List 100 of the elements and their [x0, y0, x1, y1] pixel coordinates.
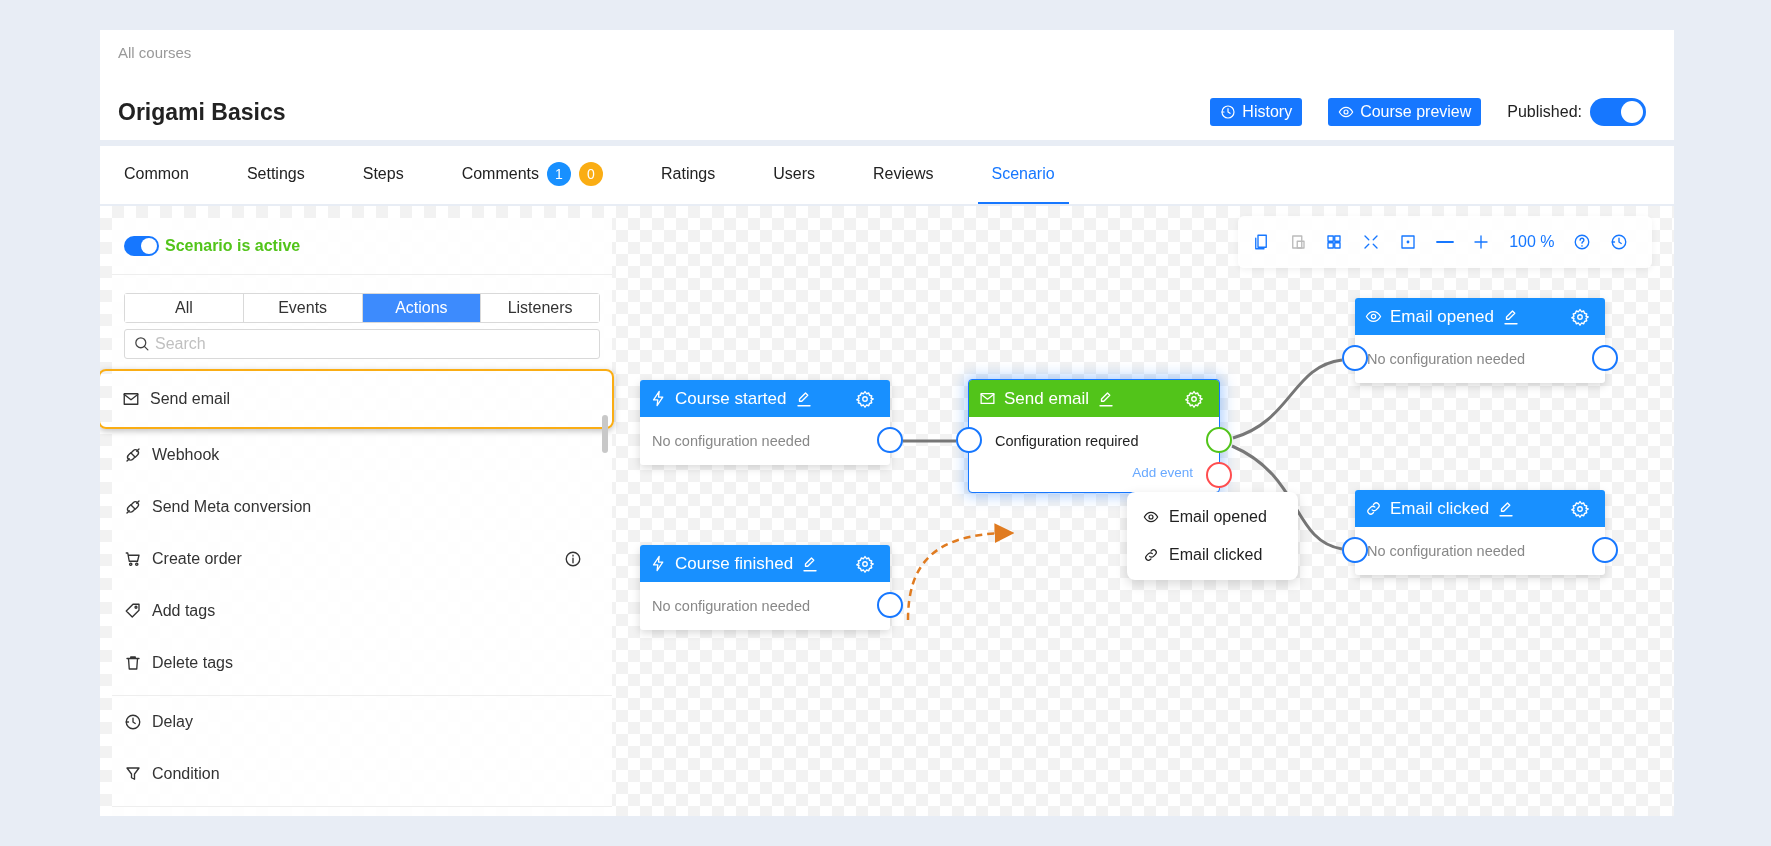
list-item[interactable]: Delay [112, 696, 612, 748]
zoom-level: 100 % [1509, 233, 1555, 251]
connector-port[interactable] [1342, 345, 1368, 371]
search-icon [133, 335, 150, 352]
tab[interactable]: Users [759, 146, 830, 204]
plug-icon [124, 498, 142, 516]
settings-button[interactable] [1185, 389, 1203, 408]
settings-icon [1571, 307, 1589, 326]
item-label: Delay [152, 713, 193, 731]
list-item[interactable]: Add tags [112, 585, 612, 637]
connector-port[interactable] [1592, 345, 1618, 371]
pencil-icon [1497, 499, 1516, 518]
settings-button[interactable] [1571, 307, 1589, 326]
preview-button[interactable]: Course preview [1328, 98, 1482, 126]
tab[interactable]: Scenario [977, 146, 1069, 204]
settings-button[interactable] [1571, 499, 1589, 518]
edit-button[interactable] [1497, 499, 1516, 518]
cart-icon [124, 550, 142, 568]
menu-item[interactable]: Email opened [1127, 498, 1298, 536]
pencil-icon [801, 554, 820, 573]
link-icon [1365, 500, 1382, 517]
connector-port[interactable] [877, 427, 903, 453]
settings-icon [1185, 389, 1203, 408]
pencil-icon [1501, 307, 1520, 326]
toolbar-button[interactable] [1252, 233, 1270, 251]
count-badge: 0 [579, 162, 603, 186]
settings-button[interactable] [856, 389, 874, 408]
pencil-icon [1097, 389, 1116, 408]
connector-port[interactable] [1206, 427, 1232, 453]
scenario-toggle[interactable] [124, 236, 159, 256]
plug-icon [124, 446, 142, 464]
tab[interactable]: Settings [232, 146, 319, 204]
scrollbar-thumb[interactable] [602, 415, 608, 453]
item-label: Send email [150, 390, 231, 408]
edit-button[interactable] [794, 389, 813, 408]
item-label: Condition [152, 765, 220, 783]
toolbar-button[interactable] [1325, 233, 1344, 251]
page-title: Origami Basics [118, 98, 286, 126]
pencil-icon [794, 389, 813, 408]
node-status: No configuration needed [652, 433, 810, 449]
zoom-in-icon [1472, 233, 1491, 251]
published-label: Published: [1507, 103, 1582, 121]
zoom-out-icon [1435, 240, 1454, 244]
list-item[interactable]: Send email [100, 369, 614, 429]
connector-port[interactable] [1342, 537, 1368, 563]
edit-button[interactable] [1097, 389, 1116, 408]
list-item[interactable]: Condition [112, 748, 612, 800]
filter-tab[interactable]: Listeners [480, 294, 599, 322]
list-item[interactable]: Create order [112, 533, 612, 585]
search-field[interactable]: Search [124, 329, 600, 359]
scenario-node[interactable]: Course started No configuration needed [640, 380, 890, 465]
settings-button[interactable] [856, 554, 874, 573]
item-label: Create order [152, 550, 242, 568]
tab[interactable]: Comments 1 0 [447, 146, 617, 204]
tab[interactable]: Reviews [859, 146, 948, 204]
eye-icon [1338, 104, 1355, 120]
tab[interactable]: Ratings [647, 146, 730, 204]
connector-port[interactable] [1592, 537, 1618, 563]
copy-icon [1252, 233, 1270, 251]
edit-button[interactable] [1501, 307, 1520, 326]
item-label: Delete tags [152, 654, 233, 672]
menu-item[interactable]: Email clicked [1127, 536, 1298, 574]
toolbar-button[interactable] [1398, 233, 1417, 251]
scenario-node[interactable]: Email opened No configuration needed [1355, 298, 1605, 383]
envelope-icon [122, 390, 140, 408]
node-title: Email clicked [1390, 498, 1490, 519]
eye-icon [1365, 308, 1382, 325]
node-status: Configuration required [995, 433, 1139, 449]
node-title: Course started [675, 388, 787, 409]
toolbar-button[interactable] [1610, 233, 1628, 251]
edit-button[interactable] [801, 554, 820, 573]
node-title: Send email [1004, 388, 1090, 409]
list-item[interactable]: Webhook [112, 429, 612, 481]
list-item[interactable]: Delete tags [112, 637, 612, 689]
scenario-node[interactable]: Send email Configuration required Add event [969, 380, 1219, 492]
scenario-node[interactable]: Course finished No configuration needed [640, 545, 890, 630]
toolbar-button[interactable] [1472, 233, 1491, 251]
tab[interactable]: Common [110, 146, 203, 204]
history-button[interactable]: History [1210, 98, 1303, 126]
clock-icon [1220, 104, 1237, 120]
connector-port[interactable] [956, 427, 982, 453]
eye-icon [1143, 509, 1159, 525]
tab[interactable]: Steps [348, 146, 418, 204]
node-status: No configuration needed [1367, 543, 1525, 559]
connector-port[interactable] [877, 592, 903, 618]
scenario-node[interactable]: Email clicked No configuration needed [1355, 490, 1605, 575]
connector-line [903, 439, 956, 443]
settings-icon [856, 554, 874, 573]
node-title: Course finished [675, 553, 794, 574]
toolbar-button[interactable] [1435, 240, 1454, 244]
node-status: No configuration needed [652, 598, 810, 614]
toolbar-button[interactable] [1573, 233, 1592, 251]
published-toggle[interactable] [1590, 98, 1646, 126]
node-title: Email opened [1390, 306, 1494, 327]
clock-icon [1610, 233, 1628, 251]
item-label: Add tags [152, 602, 216, 620]
grid-icon [1325, 233, 1344, 251]
settings-icon [1571, 499, 1589, 518]
list-item[interactable]: Send Meta conversion [112, 481, 612, 533]
connector-port[interactable] [1206, 462, 1232, 488]
